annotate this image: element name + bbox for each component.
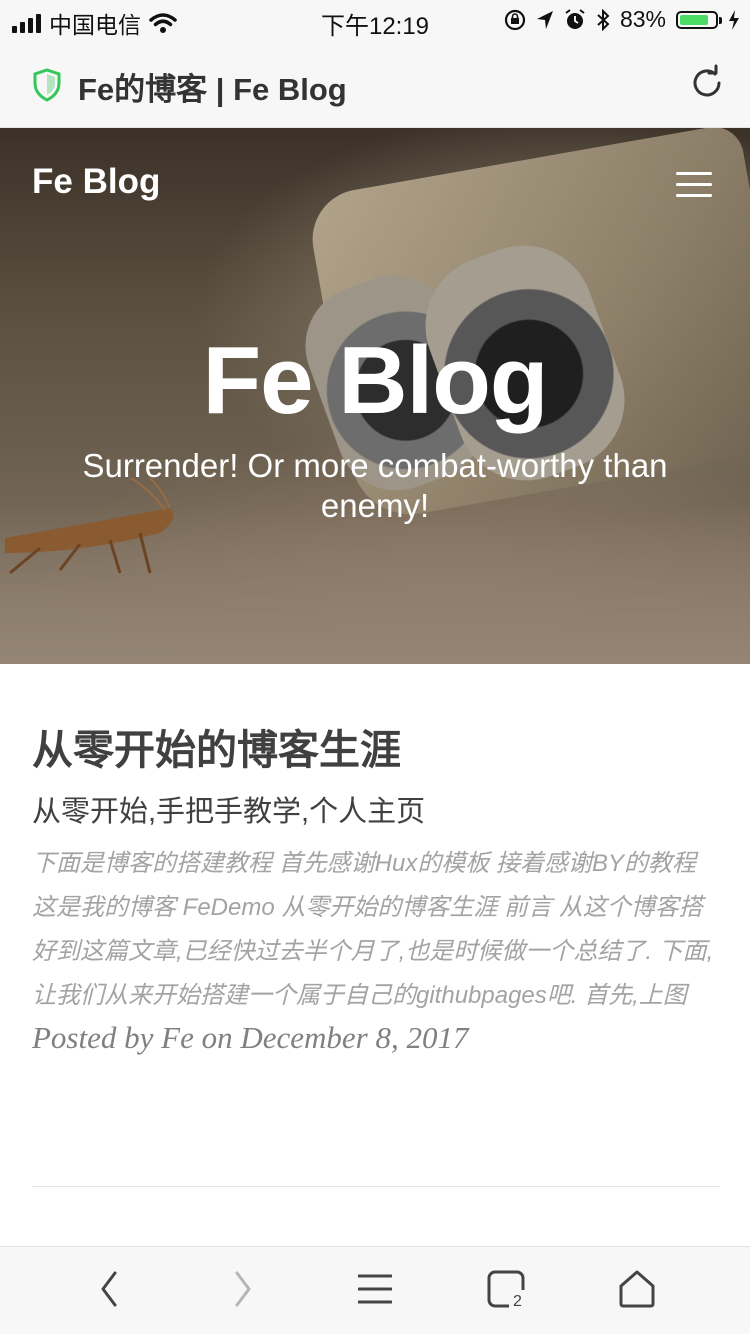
hero-subtitle: Surrender! Or more combat-worthy than en… — [82, 447, 668, 524]
post-divider — [32, 1186, 720, 1187]
back-button[interactable] — [84, 1269, 134, 1309]
bluetooth-icon — [597, 8, 610, 31]
chevron-left-icon — [101, 1271, 117, 1307]
tab-count: 2 — [513, 1293, 522, 1308]
post-meta: Posted by Fe on December 8, 2017 — [32, 1020, 469, 1055]
forward-button[interactable] — [218, 1269, 268, 1309]
battery-percent: 83% — [619, 6, 666, 32]
status-bar: 中国电信 下午12:19 83% — [0, 0, 750, 40]
security-shield-icon — [33, 68, 61, 102]
hero-title: Fe Blog — [202, 327, 549, 434]
alarm-icon — [565, 8, 585, 29]
charging-icon — [729, 9, 739, 30]
browser-toolbar: 2 — [0, 1246, 750, 1334]
chevron-right-icon — [235, 1271, 251, 1307]
site-brand[interactable]: Fe Blog — [32, 162, 160, 202]
tabs-button[interactable]: 2 — [482, 1269, 532, 1309]
reload-icon[interactable] — [688, 64, 726, 102]
post-preview[interactable]: 从零开始的博客生涯 从零开始,手把手教学,个人主页 下面是博客的搭建教程 首先感… — [32, 722, 720, 1056]
post-subtitle[interactable]: 从零开始,手把手教学,个人主页 — [32, 792, 720, 832]
post-title[interactable]: 从零开始的博客生涯 — [32, 722, 720, 778]
page-title[interactable]: Fe的博客 | Fe Blog — [78, 64, 347, 109]
hero-banner: Fe Blog Fe Blog Surrender! Or more comba… — [0, 128, 750, 664]
tabs-icon: 2 — [487, 1270, 527, 1308]
menu-button[interactable] — [350, 1269, 400, 1309]
location-icon — [536, 10, 553, 29]
home-icon — [619, 1270, 655, 1308]
post-excerpt[interactable]: 下面是博客的搭建教程 首先感谢Hux的模板 接着感谢BY的教程 这是我的博客 F… — [32, 842, 720, 1018]
home-button[interactable] — [612, 1269, 662, 1309]
orientation-lock-icon — [504, 9, 526, 30]
status-right: 83% — [504, 6, 740, 33]
menu-lines-icon — [358, 1274, 392, 1304]
battery-icon — [676, 10, 722, 29]
browser-address-bar[interactable]: Fe的博客 | Fe Blog — [0, 40, 750, 128]
hamburger-menu-button[interactable] — [676, 172, 712, 198]
